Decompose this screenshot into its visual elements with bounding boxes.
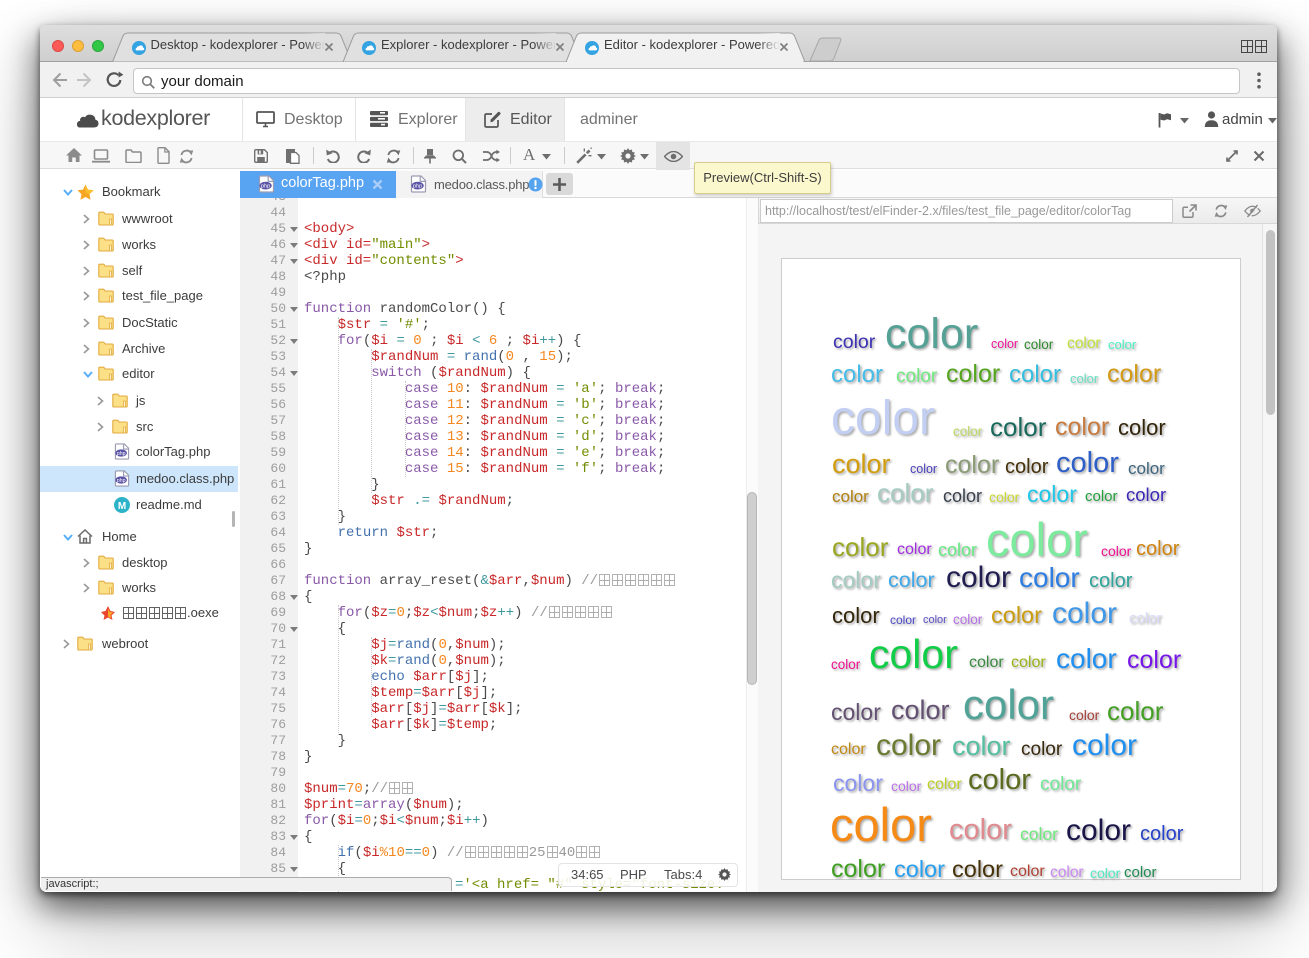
svg-text:php: php xyxy=(117,451,126,457)
svg-text:M: M xyxy=(118,501,126,512)
svg-text:php: php xyxy=(117,478,126,484)
svg-text:php: php xyxy=(261,184,270,190)
svg-text:php: php xyxy=(413,184,422,190)
